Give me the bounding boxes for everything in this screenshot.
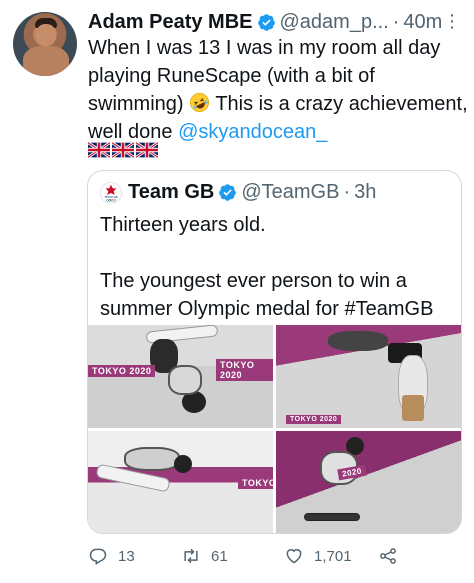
reply-count: 13 <box>118 547 135 565</box>
tokyo-banner: TOKYO 2020 <box>216 359 273 381</box>
skateboard <box>304 513 360 521</box>
tweet-time[interactable]: 40m <box>403 11 442 34</box>
like-button[interactable]: 1,701 <box>284 546 352 566</box>
verified-badge-icon <box>219 184 237 201</box>
quote-line-2: The youngest ever person to win a summer… <box>100 270 434 320</box>
cameraman-legs <box>402 395 424 421</box>
heart-icon <box>286 549 302 564</box>
author-handle[interactable]: @adam_p... <box>280 11 389 34</box>
reply-icon <box>89 548 107 565</box>
quote-header: TEAM GB Team GB @TeamGB · 3h <box>100 181 376 204</box>
quote-author-name[interactable]: Team GB <box>128 181 214 204</box>
tokyo-banner: TOKYO 2020 <box>88 365 156 377</box>
mention-link[interactable]: @skyandocean_ <box>178 121 327 143</box>
quote-time[interactable]: 3h <box>354 181 376 204</box>
skater-helmet <box>174 455 192 473</box>
author-name[interactable]: Adam Peaty MBE <box>88 11 253 34</box>
action-bar: 13 61 1,701 <box>88 546 418 570</box>
quote-line-1: Thirteen years old. <box>100 214 266 236</box>
tweet-text: When I was 13 I was in my room all day p… <box>88 34 468 146</box>
flag-emojis <box>88 142 158 158</box>
union-jack-flag-icon <box>136 142 158 158</box>
union-jack-flag-icon <box>88 142 110 158</box>
avatar[interactable] <box>13 12 77 76</box>
skater-figure <box>328 331 388 351</box>
union-jack-flag-icon <box>112 142 134 158</box>
quote-author-handle[interactable]: @TeamGB <box>241 181 339 204</box>
skater-body <box>124 447 180 471</box>
photo-skateboarder-2[interactable]: TOKYO <box>88 431 273 533</box>
svg-text:TEAM GB: TEAM GB <box>103 195 117 199</box>
retweet-count: 61 <box>211 547 228 565</box>
avatar-torso <box>23 46 69 76</box>
tweet-header: Adam Peaty MBE @adam_p... · 40m ⋮ <box>88 9 464 35</box>
share-icon <box>380 548 396 564</box>
separator-dot: · <box>343 181 351 203</box>
team-gb-logo-icon[interactable]: TEAM GB <box>100 181 122 204</box>
avatar-face <box>36 24 56 46</box>
photo-cameraman[interactable]: TOKYO 2020 <box>276 325 461 428</box>
tokyo-banner: TOKYO <box>238 477 273 489</box>
retweet-button[interactable]: 61 <box>181 546 228 566</box>
tokyo-banner: TOKYO 2020 <box>286 415 342 424</box>
retweet-icon <box>184 548 198 564</box>
more-options-icon[interactable]: ⋮ <box>443 11 461 32</box>
media-grid: TOKYO 2020 TOKYO 2020 TOKYO 2020 TOKYO 2… <box>88 325 461 533</box>
quoted-tweet[interactable]: TEAM GB Team GB @TeamGB · 3h Thirteen ye… <box>87 170 462 534</box>
separator-dot: · <box>392 10 400 33</box>
skater-body <box>168 365 202 395</box>
reply-button[interactable]: 13 <box>88 546 135 566</box>
verified-badge-icon <box>257 13 275 31</box>
rolling-laughing-emoji-icon <box>190 92 210 113</box>
photo-skateboarder-3[interactable]: 2020 <box>276 431 461 533</box>
photo-skateboarder-1[interactable]: TOKYO 2020 TOKYO 2020 <box>88 325 273 428</box>
like-count: 1,701 <box>314 547 352 565</box>
share-button[interactable] <box>378 546 408 566</box>
